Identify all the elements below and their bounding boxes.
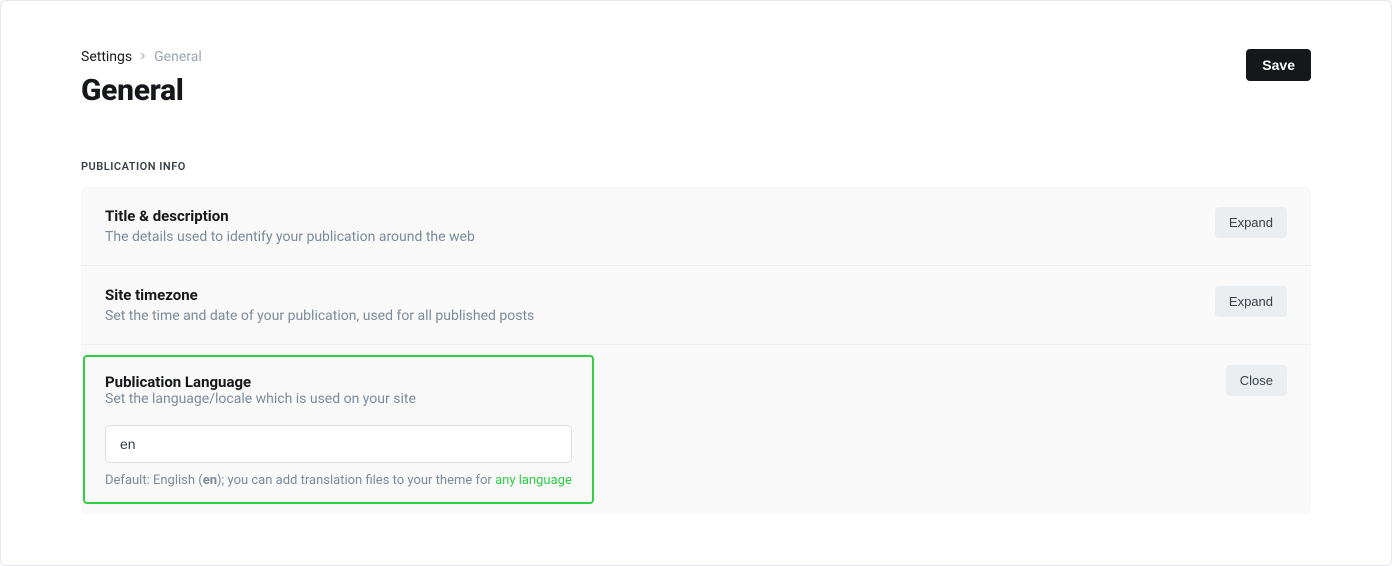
row-title: Site timezone <box>105 286 1215 304</box>
language-input[interactable] <box>105 425 572 463</box>
language-hint: Default: English (en); you can add trans… <box>105 473 572 488</box>
hint-prefix: Default: English ( <box>105 473 203 488</box>
row-title: Title & description <box>105 207 1215 225</box>
row-title: Publication Language <box>105 373 572 391</box>
row-description: The details used to identify your public… <box>105 229 1215 245</box>
publication-info-panel: Title & description The details used to … <box>81 187 1311 514</box>
section-label: PUBLICATION INFO <box>81 160 1311 173</box>
row-title-description: Title & description The details used to … <box>81 187 1311 266</box>
chevron-right-icon <box>138 50 148 64</box>
highlighted-language-block: Publication Language Set the language/lo… <box>83 355 594 504</box>
breadcrumb-root[interactable]: Settings <box>81 49 132 65</box>
save-button[interactable]: Save <box>1246 49 1311 81</box>
row-site-timezone: Site timezone Set the time and date of y… <box>81 266 1311 345</box>
hint-mid: ); you can add translation files to your… <box>217 473 495 488</box>
row-description: Set the time and date of your publicatio… <box>105 308 1215 324</box>
breadcrumb: Settings General <box>81 49 202 65</box>
row-publication-language: Publication Language Set the language/lo… <box>81 345 1311 514</box>
close-button[interactable]: Close <box>1226 365 1287 396</box>
hint-bold: en <box>203 473 217 488</box>
any-language-link[interactable]: any language <box>495 473 572 488</box>
breadcrumb-current: General <box>154 49 202 65</box>
page-title: General <box>81 73 202 108</box>
row-description: Set the language/locale which is used on… <box>105 391 572 407</box>
expand-button[interactable]: Expand <box>1215 207 1287 238</box>
expand-button[interactable]: Expand <box>1215 286 1287 317</box>
